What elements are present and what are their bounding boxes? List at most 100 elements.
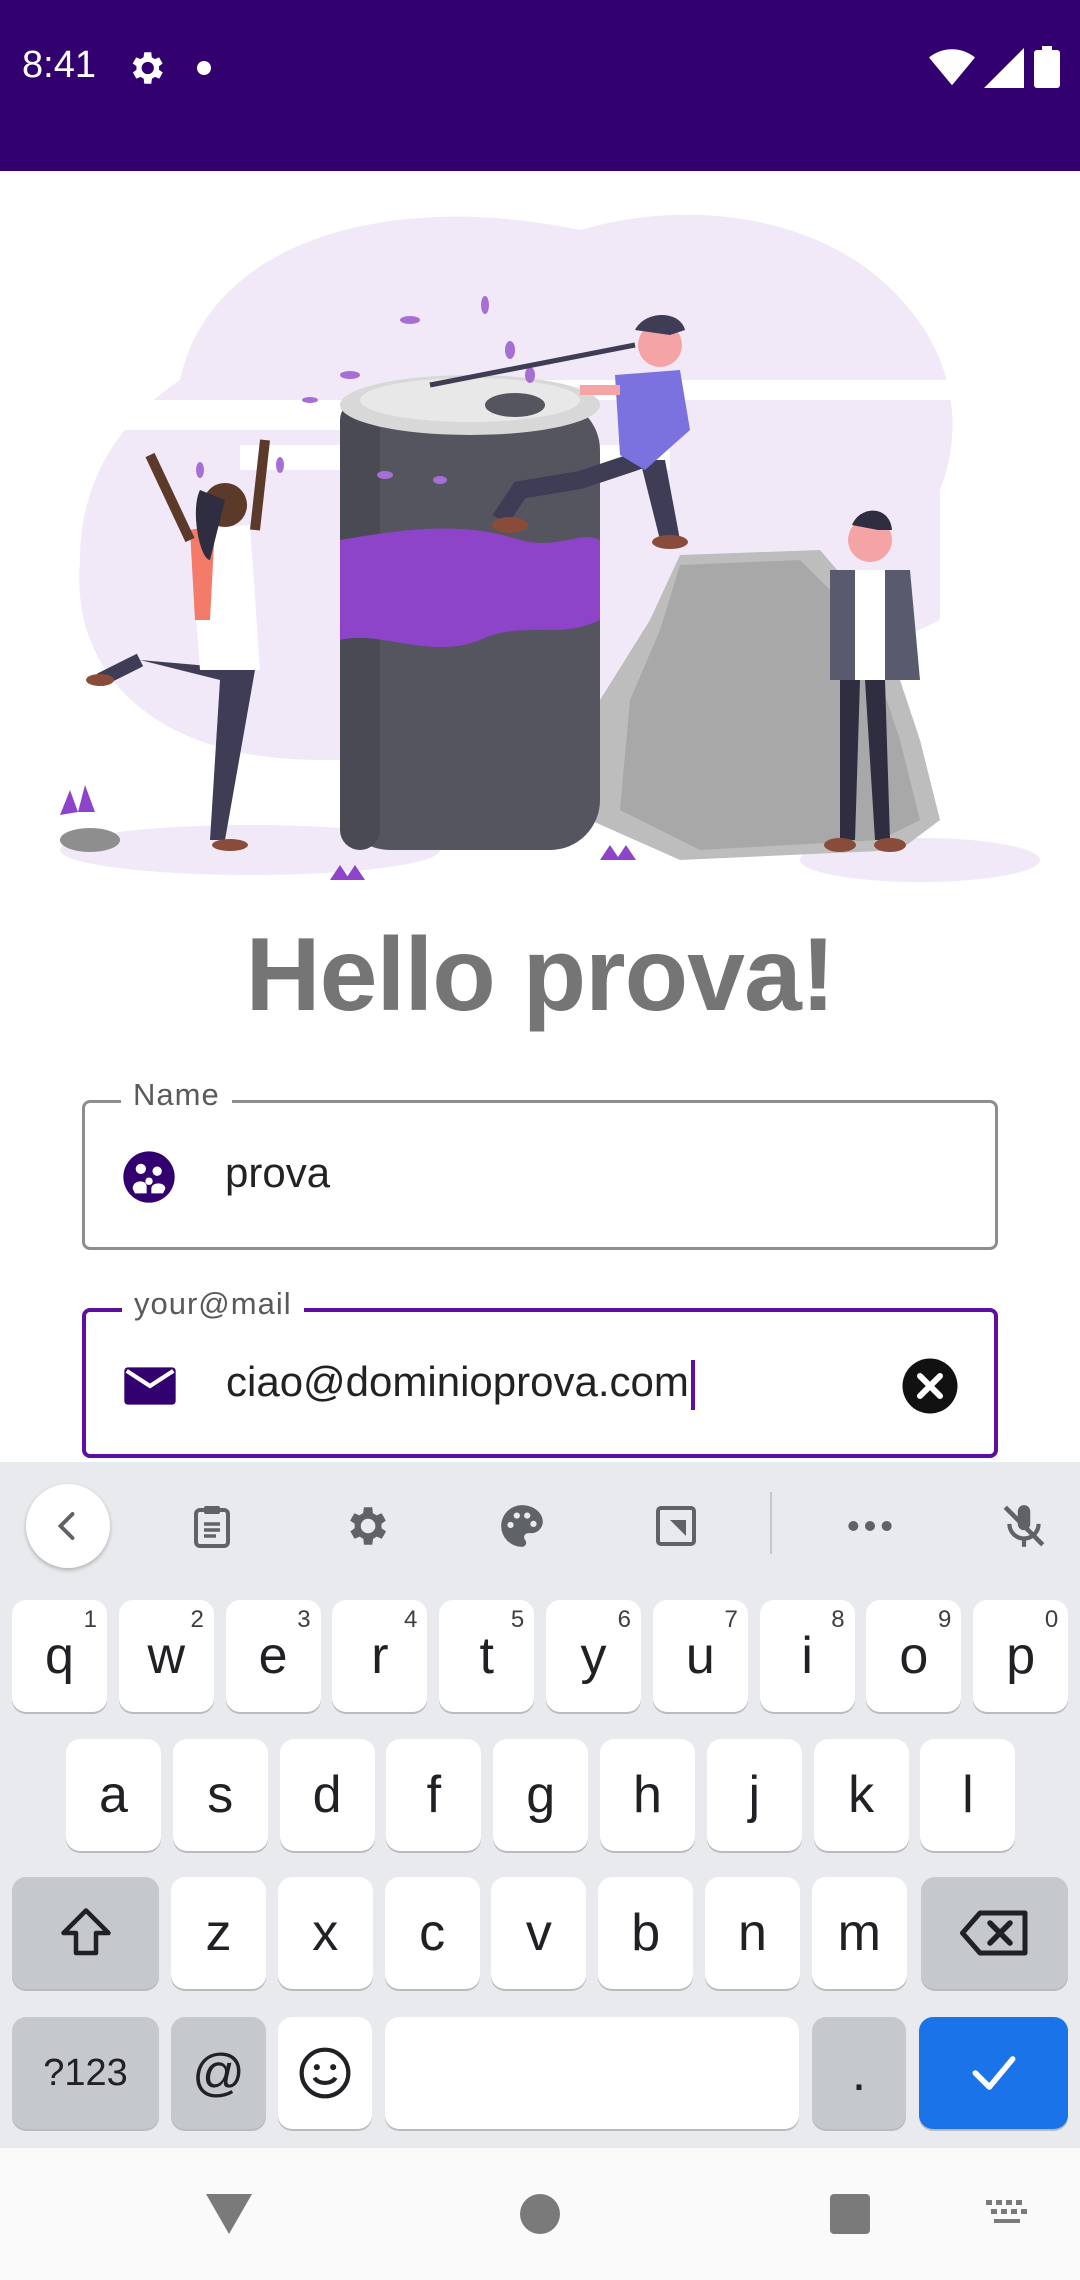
key-hint: 0: [1044, 1606, 1059, 1633]
key-hint: 8: [831, 1606, 845, 1633]
key-x[interactable]: x: [277, 1877, 373, 1989]
status-bar: 8:41: [0, 0, 1080, 171]
key-hint: 1: [83, 1606, 97, 1633]
toolbar-back-button[interactable]: [26, 1484, 110, 1568]
key-u[interactable]: u7: [652, 1600, 748, 1712]
key-r[interactable]: r4: [332, 1600, 428, 1712]
more-icon: [848, 1521, 892, 1531]
recents-square-icon[interactable]: [829, 2193, 871, 2235]
space-key[interactable]: [385, 2017, 799, 2129]
key-l[interactable]: l: [920, 1739, 1016, 1851]
email-field-text: ciao@dominioprova.com: [226, 1358, 689, 1405]
key-p[interactable]: p0: [973, 1600, 1069, 1712]
home-circle-icon[interactable]: [518, 2192, 562, 2236]
key-label: o: [899, 1627, 929, 1685]
key-label: y: [580, 1627, 607, 1685]
key-label: q: [45, 1627, 74, 1685]
back-chevron-icon: [57, 1512, 75, 1540]
shift-key[interactable]: [12, 1877, 159, 1989]
toolbar-theme-button[interactable]: [480, 1484, 564, 1568]
key-hint: 5: [510, 1606, 525, 1633]
keyboard: ?123 @ . q1w2e3r4t5y6u7i8o9p0asdfghjklzx…: [0, 1462, 1080, 2148]
key-hint: 3: [297, 1606, 311, 1633]
key-q[interactable]: q1: [12, 1600, 107, 1712]
email-field-value: ciao@dominioprova.com: [226, 1358, 695, 1410]
keyboard-toolbar: [0, 1462, 1080, 1580]
mic-off-icon: [1003, 1505, 1045, 1547]
text-cursor: [690, 1359, 695, 1410]
key-label: i: [801, 1627, 813, 1685]
status-left-icons: [125, 47, 219, 94]
toolbar-settings-button[interactable]: [324, 1484, 408, 1568]
key-label: p: [1006, 1627, 1036, 1685]
key-z[interactable]: z: [171, 1877, 266, 1989]
family-icon: [123, 1151, 175, 1203]
key-hint: 2: [190, 1606, 204, 1633]
greeting-title: Hello prova!: [245, 917, 836, 1033]
key-label: t: [479, 1627, 494, 1685]
enter-key[interactable]: [919, 2017, 1068, 2129]
key-k[interactable]: k: [813, 1739, 909, 1851]
key-v[interactable]: v: [491, 1877, 587, 1989]
gear-icon: [132, 52, 163, 84]
key-g[interactable]: g: [493, 1739, 589, 1851]
key-hint: 7: [724, 1606, 738, 1633]
key-o[interactable]: o9: [866, 1600, 962, 1712]
back-triangle-icon[interactable]: [204, 2192, 254, 2236]
key-f[interactable]: f: [386, 1739, 482, 1851]
key-y[interactable]: y6: [546, 1600, 641, 1712]
key-i[interactable]: i8: [759, 1600, 855, 1712]
toolbar-resize-button[interactable]: [634, 1484, 718, 1568]
emoji-icon: [299, 2047, 351, 2099]
name-field[interactable]: Name prova: [82, 1077, 998, 1250]
backspace-key[interactable]: [921, 1877, 1068, 1989]
gear-icon: [350, 1507, 386, 1545]
key-w[interactable]: w2: [118, 1600, 214, 1712]
key-b[interactable]: b: [598, 1877, 694, 1989]
key-label: e: [258, 1627, 288, 1685]
key-label: w: [147, 1627, 186, 1685]
email-field[interactable]: your@mail ciao@dominioprova.com: [82, 1286, 998, 1458]
name-field-value: prova: [225, 1149, 331, 1196]
wifi-icon: [929, 49, 976, 86]
symbols-key[interactable]: ?123: [12, 2017, 159, 2129]
emoji-key[interactable]: [278, 2017, 372, 2129]
signal-icon: [983, 48, 1024, 88]
toolbar-more-button[interactable]: [828, 1484, 912, 1568]
name-field-label: Name: [121, 1077, 232, 1113]
toolbar-divider: [770, 1492, 772, 1554]
notification-dot-icon: [197, 61, 212, 75]
status-right-icons: [929, 46, 1060, 93]
status-time: 8:41: [22, 44, 96, 86]
key-s[interactable]: s: [172, 1739, 268, 1851]
key-label: r: [371, 1627, 389, 1685]
toolbar-clipboard-button[interactable]: [170, 1484, 254, 1568]
key-j[interactable]: j: [706, 1739, 802, 1851]
key-c[interactable]: c: [384, 1877, 480, 1989]
hero-illustration: [60, 214, 1040, 882]
key-a[interactable]: a: [66, 1739, 161, 1851]
battery-icon: [1034, 46, 1060, 88]
key-hint: 9: [938, 1606, 952, 1633]
toolbar-mic-button[interactable]: [982, 1484, 1066, 1568]
key-n[interactable]: n: [705, 1877, 800, 1989]
at-key[interactable]: @: [171, 2017, 266, 2129]
key-hint: 6: [617, 1606, 631, 1633]
key-e[interactable]: e3: [225, 1600, 321, 1712]
key-hint: 4: [404, 1606, 418, 1633]
key-h[interactable]: h: [600, 1739, 695, 1851]
palette-icon: [501, 1505, 543, 1547]
backspace-icon: [959, 1910, 1027, 1956]
resize-icon: [656, 1506, 696, 1546]
key-t[interactable]: t5: [439, 1600, 535, 1712]
mail-icon: [124, 1367, 176, 1405]
clipboard-icon: [194, 1506, 230, 1548]
email-field-label: your@mail: [122, 1286, 304, 1322]
clear-circle-icon[interactable]: [900, 1356, 960, 1416]
key-label: u: [685, 1627, 715, 1685]
checkmark-icon: [972, 2056, 1015, 2090]
key-d[interactable]: d: [279, 1739, 375, 1851]
period-key[interactable]: .: [812, 2017, 906, 2129]
key-m[interactable]: m: [811, 1877, 907, 1989]
keyboard-switch-icon[interactable]: [986, 2200, 1030, 2230]
